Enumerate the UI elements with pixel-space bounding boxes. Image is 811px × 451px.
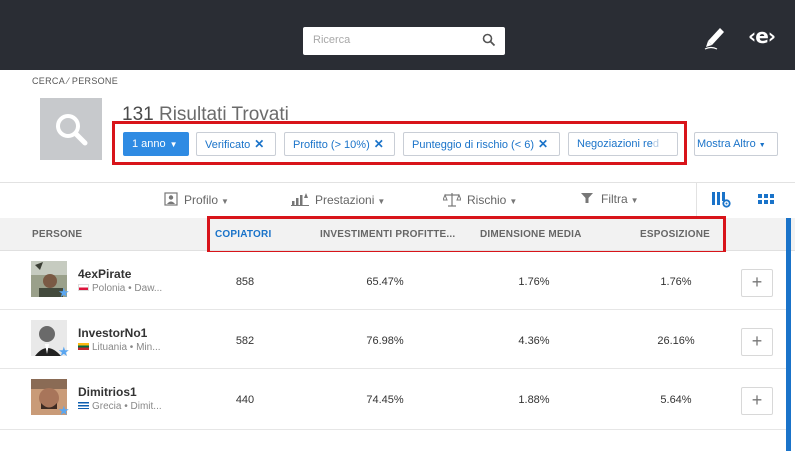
user-name[interactable]: 4exPirate [78,267,131,281]
average-size-value: 4.36% [518,335,550,347]
brand-logo[interactable]: ‹e› [748,24,776,48]
show-more-label: Mostra Altro [697,138,756,150]
table-row[interactable]: ★ 4exPirate Polonia • Daw... 858 65.47% … [0,252,786,310]
exposure-value: 26.16% [657,335,695,347]
search-icon [56,114,88,146]
user-meta-text: Polonia • Daw... [92,283,163,294]
exposure-value: 1.76% [660,276,692,288]
table-row[interactable]: ★ Dimitrios1 Grecia • Dimit... 440 74.45… [0,370,786,430]
chevron-down-icon: ▼ [221,197,229,206]
average-size-value: 1.88% [518,394,550,406]
chevron-down-icon: ▼ [377,197,386,206]
search-icon[interactable] [482,33,496,47]
filter-menu[interactable]: Filtra ▼ [581,192,639,206]
plus-icon: + [751,390,763,410]
columns-highlight-box [207,216,726,254]
user-meta: Lituania • Min... [78,342,161,353]
performance-label: Prestazioni [315,193,375,207]
user-meta: Polonia • Daw... [78,283,162,294]
bar-chart-icon [291,193,309,206]
user-name[interactable]: Dimitrios1 [78,385,137,399]
user-name[interactable]: InvestorNo1 [78,326,147,340]
chevron-down-icon: ▼ [630,196,639,205]
pencil-icon[interactable] [703,22,729,50]
chevron-down-icon: ▼ [758,142,766,149]
performance-menu[interactable]: Prestazioni ▼ [291,192,385,207]
copiers-value: 582 [235,335,255,347]
search-placeholder: Ricerca [313,34,351,46]
chevron-down-icon: ▼ [509,197,518,206]
copy-button[interactable]: + [741,328,773,356]
star-icon: ★ [58,403,70,418]
table-row[interactable]: ★ InvestorNo1 Lituania • Min... 582 76.9… [0,311,786,369]
column-people[interactable]: PERSONE [32,229,82,240]
profile-icon [164,192,178,206]
star-icon: ★ [58,344,70,359]
grid-icon[interactable] [756,189,776,209]
funnel-icon [581,193,593,203]
flag-greece-icon [78,402,89,409]
copiers-value: 440 [235,394,255,406]
profile-label: Profilo [184,193,219,207]
flag-lithuania-icon [78,343,89,350]
copiers-value: 858 [235,276,255,288]
column-settings-icon[interactable] [711,189,733,209]
copy-button[interactable]: + [741,269,773,297]
flag-poland-icon [78,284,89,291]
user-meta-text: Grecia • Dimit... [92,401,162,412]
show-more-button[interactable]: Mostra Altro ▼ [694,132,778,156]
breadcrumb[interactable]: CERCA ⁄ PERSONE [32,76,118,86]
toolbar-divider [696,182,697,218]
plus-icon: + [751,331,763,351]
profitable-value: 76.98% [366,335,404,347]
user-meta: Grecia • Dimit... [78,401,162,412]
scrollbar[interactable] [786,218,791,451]
copy-button[interactable]: + [741,387,773,415]
scale-icon [442,193,462,207]
search-input[interactable]: Ricerca [303,27,505,55]
profile-menu[interactable]: Profilo ▼ [164,192,229,207]
risk-label: Rischio [467,193,507,207]
risk-menu[interactable]: Rischio ▼ [442,192,518,207]
filter-toolbar [0,182,795,218]
profitable-value: 74.45% [366,394,404,406]
exposure-value: 5.64% [660,394,692,406]
profitable-value: 65.47% [366,276,404,288]
plus-icon: + [751,272,763,292]
star-icon: ★ [58,285,70,300]
user-meta-text: Lituania • Min... [92,342,161,353]
filter-label: Filtra [601,192,628,206]
filters-highlight-box [112,121,687,165]
average-size-value: 1.76% [518,276,550,288]
search-avatar [40,98,102,160]
